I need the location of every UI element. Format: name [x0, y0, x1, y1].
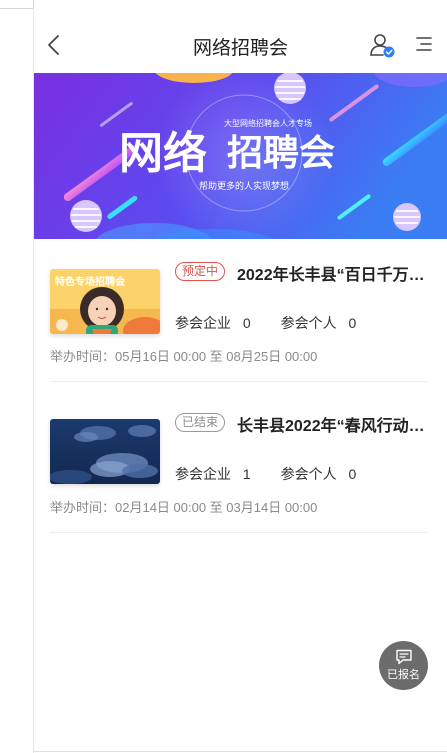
fair-time: 举办时间：05月16日 00:00 至 08月25日 00:00	[50, 349, 318, 364]
companies-label: 参会企业	[175, 466, 231, 482]
registration-list-icon	[395, 649, 412, 665]
persons-label: 参会个人	[280, 315, 337, 331]
menu-icon[interactable]	[415, 35, 433, 53]
persons-label: 参会个人	[280, 466, 337, 482]
fair-stats: 参会企业 0 参会个人 0	[175, 313, 356, 333]
persons-count: 0	[348, 315, 357, 331]
fair-thumbnail: 特色专场招聘会	[50, 269, 160, 334]
user-verified-icon[interactable]	[369, 32, 395, 58]
divider	[50, 532, 428, 533]
fair-card[interactable]: 特色专场招聘会 预定中 2022年长丰县“百日千万网络招聘专项行动” 参会企业 …	[50, 262, 428, 383]
banner-slogan: 帮助更多的人实现梦想	[199, 180, 289, 191]
companies-count: 1	[242, 466, 251, 482]
banner-caption: 大型网络招聘会人才专场	[224, 118, 312, 128]
banner-headline-1: 网络	[119, 128, 207, 178]
persons-count: 0	[348, 466, 357, 482]
fair-stats: 参会企业 1 参会个人 0	[175, 464, 356, 484]
registered-fab-button[interactable]: 已报名	[379, 641, 428, 690]
frame-bottom-border	[33, 751, 447, 752]
fair-time: 举办时间：02月14日 00:00 至 03月14日 00:00	[50, 500, 318, 515]
divider	[50, 381, 428, 382]
fair-card[interactable]: 已结束 长丰县2022年“春风行动”网络招聘会 参会企业 1 参会个人 0 举办…	[50, 413, 428, 534]
banner[interactable]: 大型网络招聘会人才专场 网络 招聘会 帮助更多的人实现梦想	[34, 73, 447, 239]
status-badge: 预定中	[175, 262, 226, 281]
fair-title[interactable]: 2022年长丰县“百日千万网络招聘专项行动”	[237, 261, 427, 285]
fab-label: 已报名	[387, 669, 420, 681]
fair-title[interactable]: 长丰县2022年“春风行动”网络招聘会	[237, 412, 427, 436]
fair-thumbnail	[50, 419, 160, 484]
banner-headline-2: 招聘会	[227, 132, 335, 173]
thumb-caption: 特色专场招聘会	[55, 275, 125, 288]
page: 网络招聘会 大型网络招聘会人才专场 网络 招聘会 帮助更多的人实现梦想 特色专场…	[0, 0, 447, 753]
frame-corner-line	[0, 8, 34, 9]
status-badge: 已结束	[175, 413, 226, 432]
nav-bar: 网络招聘会	[34, 18, 447, 72]
companies-label: 参会企业	[175, 315, 231, 331]
companies-count: 0	[242, 315, 251, 331]
